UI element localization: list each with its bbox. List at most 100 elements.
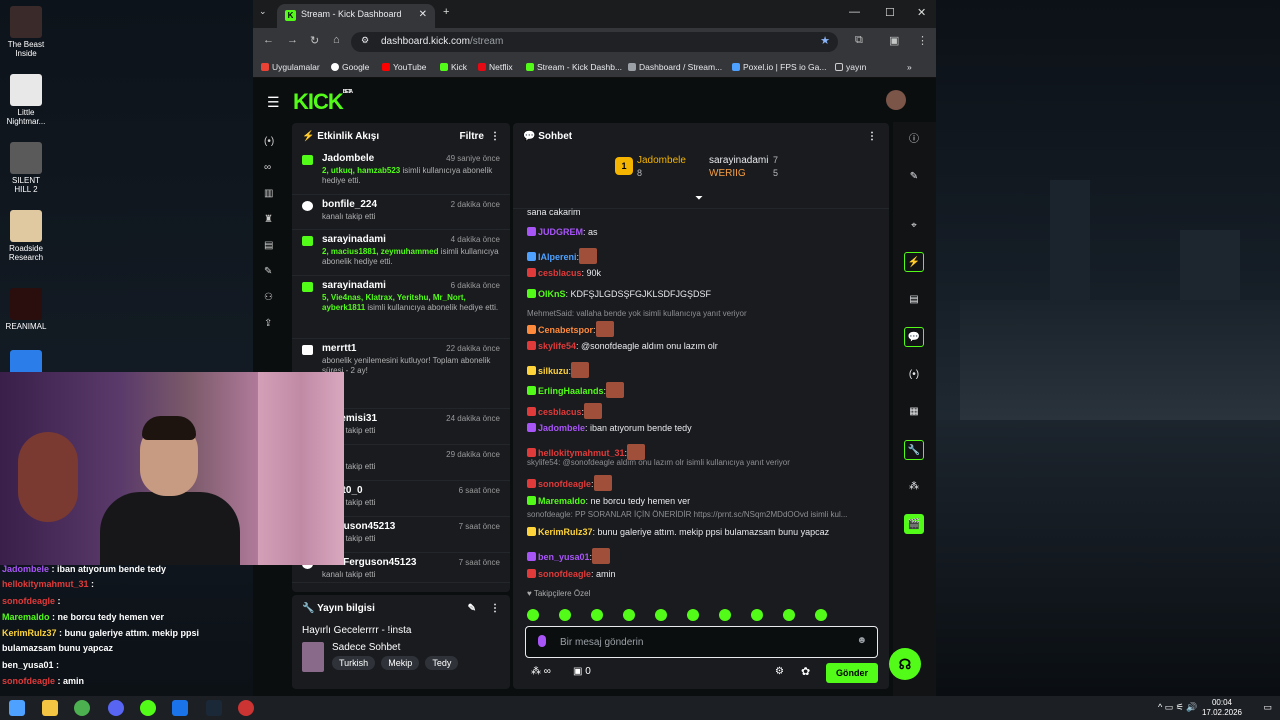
emote-picker-icon[interactable]: ✿ (801, 665, 810, 678)
feed-item[interactable]: sarayinadami 4 dakika önce 2, macius1881… (292, 230, 510, 276)
chat-username[interactable]: silkuzu (538, 366, 569, 376)
desktop-icon-little-nightmares[interactable]: Little Nightmar... (4, 74, 48, 126)
users-icon[interactable]: ⚇ (264, 292, 273, 303)
notification-icon[interactable]: ▭ (1263, 702, 1272, 713)
chat-message[interactable]: OlKnS: KDFŞJLGDSŞFGJKLSDFJGŞDSF (527, 289, 711, 299)
steam-icon[interactable] (206, 700, 222, 716)
analytics-icon[interactable]: ▥ (264, 188, 273, 199)
dots-icon[interactable]: ⁂ (904, 477, 924, 497)
tag-chip[interactable]: Turkish (332, 656, 376, 670)
points-display[interactable]: ▣ 0 (573, 666, 591, 677)
app-icon[interactable] (172, 700, 188, 716)
bookmark-youtube[interactable]: YouTube (382, 62, 426, 72)
chat-username[interactable]: sonofdeagle (538, 569, 591, 579)
chat-message[interactable]: JUDGREM: as (527, 227, 598, 237)
clapperboard-icon[interactable]: 🎬 (904, 514, 924, 534)
chat-username[interactable]: Cenabetspor (538, 325, 593, 335)
chat-message[interactable]: sonofdeagle: (527, 475, 612, 491)
chat-message[interactable]: cesblacus: (527, 403, 603, 419)
camera-icon[interactable]: ⌖ (904, 216, 924, 236)
discord-icon[interactable] (108, 700, 124, 716)
chat-icon[interactable]: 💬 (904, 327, 924, 347)
reply-context[interactable]: sonofdeagle: PP SORANLAR İÇİN ÖNERİDİR h… (527, 510, 847, 519)
more-options-icon[interactable]: ⋮ (490, 131, 500, 142)
edit-icon[interactable]: ✎ (468, 603, 476, 614)
chat-message[interactable]: lAlpereni: (527, 248, 598, 264)
tag-chip[interactable]: Tedy (425, 656, 459, 670)
close-window-icon[interactable]: ✕ (917, 6, 926, 19)
chat-username[interactable]: lAlpereni (538, 252, 577, 262)
back-icon[interactable]: ← (263, 34, 274, 46)
start-icon[interactable] (9, 700, 25, 716)
chat-username[interactable]: cesblacus (538, 268, 582, 278)
reload-icon[interactable]: ↻ (310, 34, 319, 47)
minimize-icon[interactable]: — (849, 6, 860, 18)
leader-name[interactable]: sarayinadami (709, 155, 768, 166)
chat-username[interactable]: Maremaldo (538, 496, 586, 506)
chat-message[interactable]: sonofdeagle: amin (527, 569, 616, 579)
help-headset-icon[interactable]: ☊ (889, 648, 921, 680)
link-icon[interactable]: ∞ (264, 162, 271, 173)
chat-message[interactable]: silkuzu: (527, 362, 590, 378)
hamburger-menu-icon[interactable]: ☰ (267, 94, 280, 111)
send-button[interactable]: Gönder (826, 663, 878, 683)
chat-username[interactable]: skylife54 (538, 341, 576, 351)
address-bar[interactable]: ⚙ dashboard.kick.com/stream ★ (351, 32, 838, 52)
emote-icon[interactable] (527, 609, 539, 621)
leader-name[interactable]: Jadombele (637, 155, 686, 166)
upload-icon[interactable]: ⇪ (264, 318, 272, 329)
bookmark-netflix[interactable]: Netflix (478, 62, 513, 72)
obs-icon[interactable] (238, 700, 254, 716)
chat-message[interactable]: KerimRulz37: bunu galeriye attım. mekip … (527, 527, 829, 537)
emote-icon[interactable] (815, 609, 827, 621)
feed-item[interactable]: Jadombele 49 saniye önce 2, utkuq, hamza… (292, 149, 510, 195)
file-explorer-icon[interactable] (42, 700, 58, 716)
maximize-icon[interactable]: ☐ (885, 6, 895, 19)
leader-name[interactable]: WERIIG (709, 168, 746, 179)
emote-icon[interactable] (751, 609, 763, 621)
chat-message[interactable]: ErlingHaalands: (527, 382, 625, 398)
tray-icons[interactable]: ^ ▭ ⚟ 🔊 (1158, 702, 1198, 713)
chat-input[interactable]: Bir mesaj gönderin ☻ (525, 626, 878, 658)
chat-username[interactable]: cesblacus (538, 407, 582, 417)
desktop-icon-reanimal[interactable]: REANIMAL (4, 288, 48, 331)
bookmark-poxel[interactable]: Poxel.io | FPS io Ga... (732, 62, 826, 72)
reply-context[interactable]: skylife54: @sonofdeagle aldım onu lazım … (527, 458, 790, 467)
chat-username[interactable]: ErlingHaalands (538, 386, 604, 396)
chat-username[interactable]: ben_yusa01 (538, 552, 590, 562)
chrome-icon[interactable] (74, 700, 90, 716)
emote-icon[interactable] (687, 609, 699, 621)
pencil-icon[interactable]: ✎ (904, 167, 924, 187)
bolt-icon[interactable]: ⚡ (904, 252, 924, 272)
bookmark-google[interactable]: Google (331, 62, 369, 72)
chat-message[interactable]: sana cakarim (527, 207, 581, 217)
emote-icon[interactable] (719, 609, 731, 621)
bookmark-apps[interactable]: Uygulamalar (261, 62, 320, 72)
emote-icon[interactable] (559, 609, 571, 621)
server-icon[interactable]: ▦ (904, 402, 924, 422)
reply-context[interactable]: MehmetSaid: vallaha bende yok isimli kul… (527, 309, 747, 318)
wrench-icon[interactable]: ✎ (264, 266, 272, 277)
document-icon[interactable]: ▤ (904, 290, 924, 310)
kick-app-icon[interactable] (140, 700, 156, 716)
filter-button[interactable]: Filtre (460, 131, 484, 142)
menu-icon[interactable]: ⋮ (917, 34, 928, 47)
bookmark-star-icon[interactable]: ★ (820, 34, 830, 47)
tab-kick-dashboard[interactable]: K Stream - Kick Dashboard ✕ (277, 4, 435, 28)
site-info-icon[interactable]: ⚙ (361, 35, 369, 46)
emote-icon[interactable] (655, 609, 667, 621)
home-icon[interactable]: ⌂ (333, 34, 340, 46)
settings-icon[interactable]: ⚙ (775, 666, 784, 677)
infinity-icon[interactable]: ⁂ ∞ (531, 666, 551, 677)
chat-message[interactable]: Jadombele: iban atıyorum bende tedy (527, 423, 692, 433)
live-icon[interactable]: (•) (264, 136, 274, 147)
bookmark-folder-yayin[interactable]: yayın (835, 62, 866, 72)
forward-icon[interactable]: → (287, 34, 298, 46)
emote-icon[interactable] (591, 609, 603, 621)
emote-icon[interactable] (623, 609, 635, 621)
bookmark-kick-stream[interactable]: Stream - Kick Dashb... (526, 62, 622, 72)
close-icon[interactable]: ✕ (419, 9, 427, 20)
bookmark-kick[interactable]: Kick (440, 62, 467, 72)
more-options-icon[interactable]: ⋮ (867, 131, 877, 142)
video-icon[interactable]: ▤ (264, 240, 273, 251)
